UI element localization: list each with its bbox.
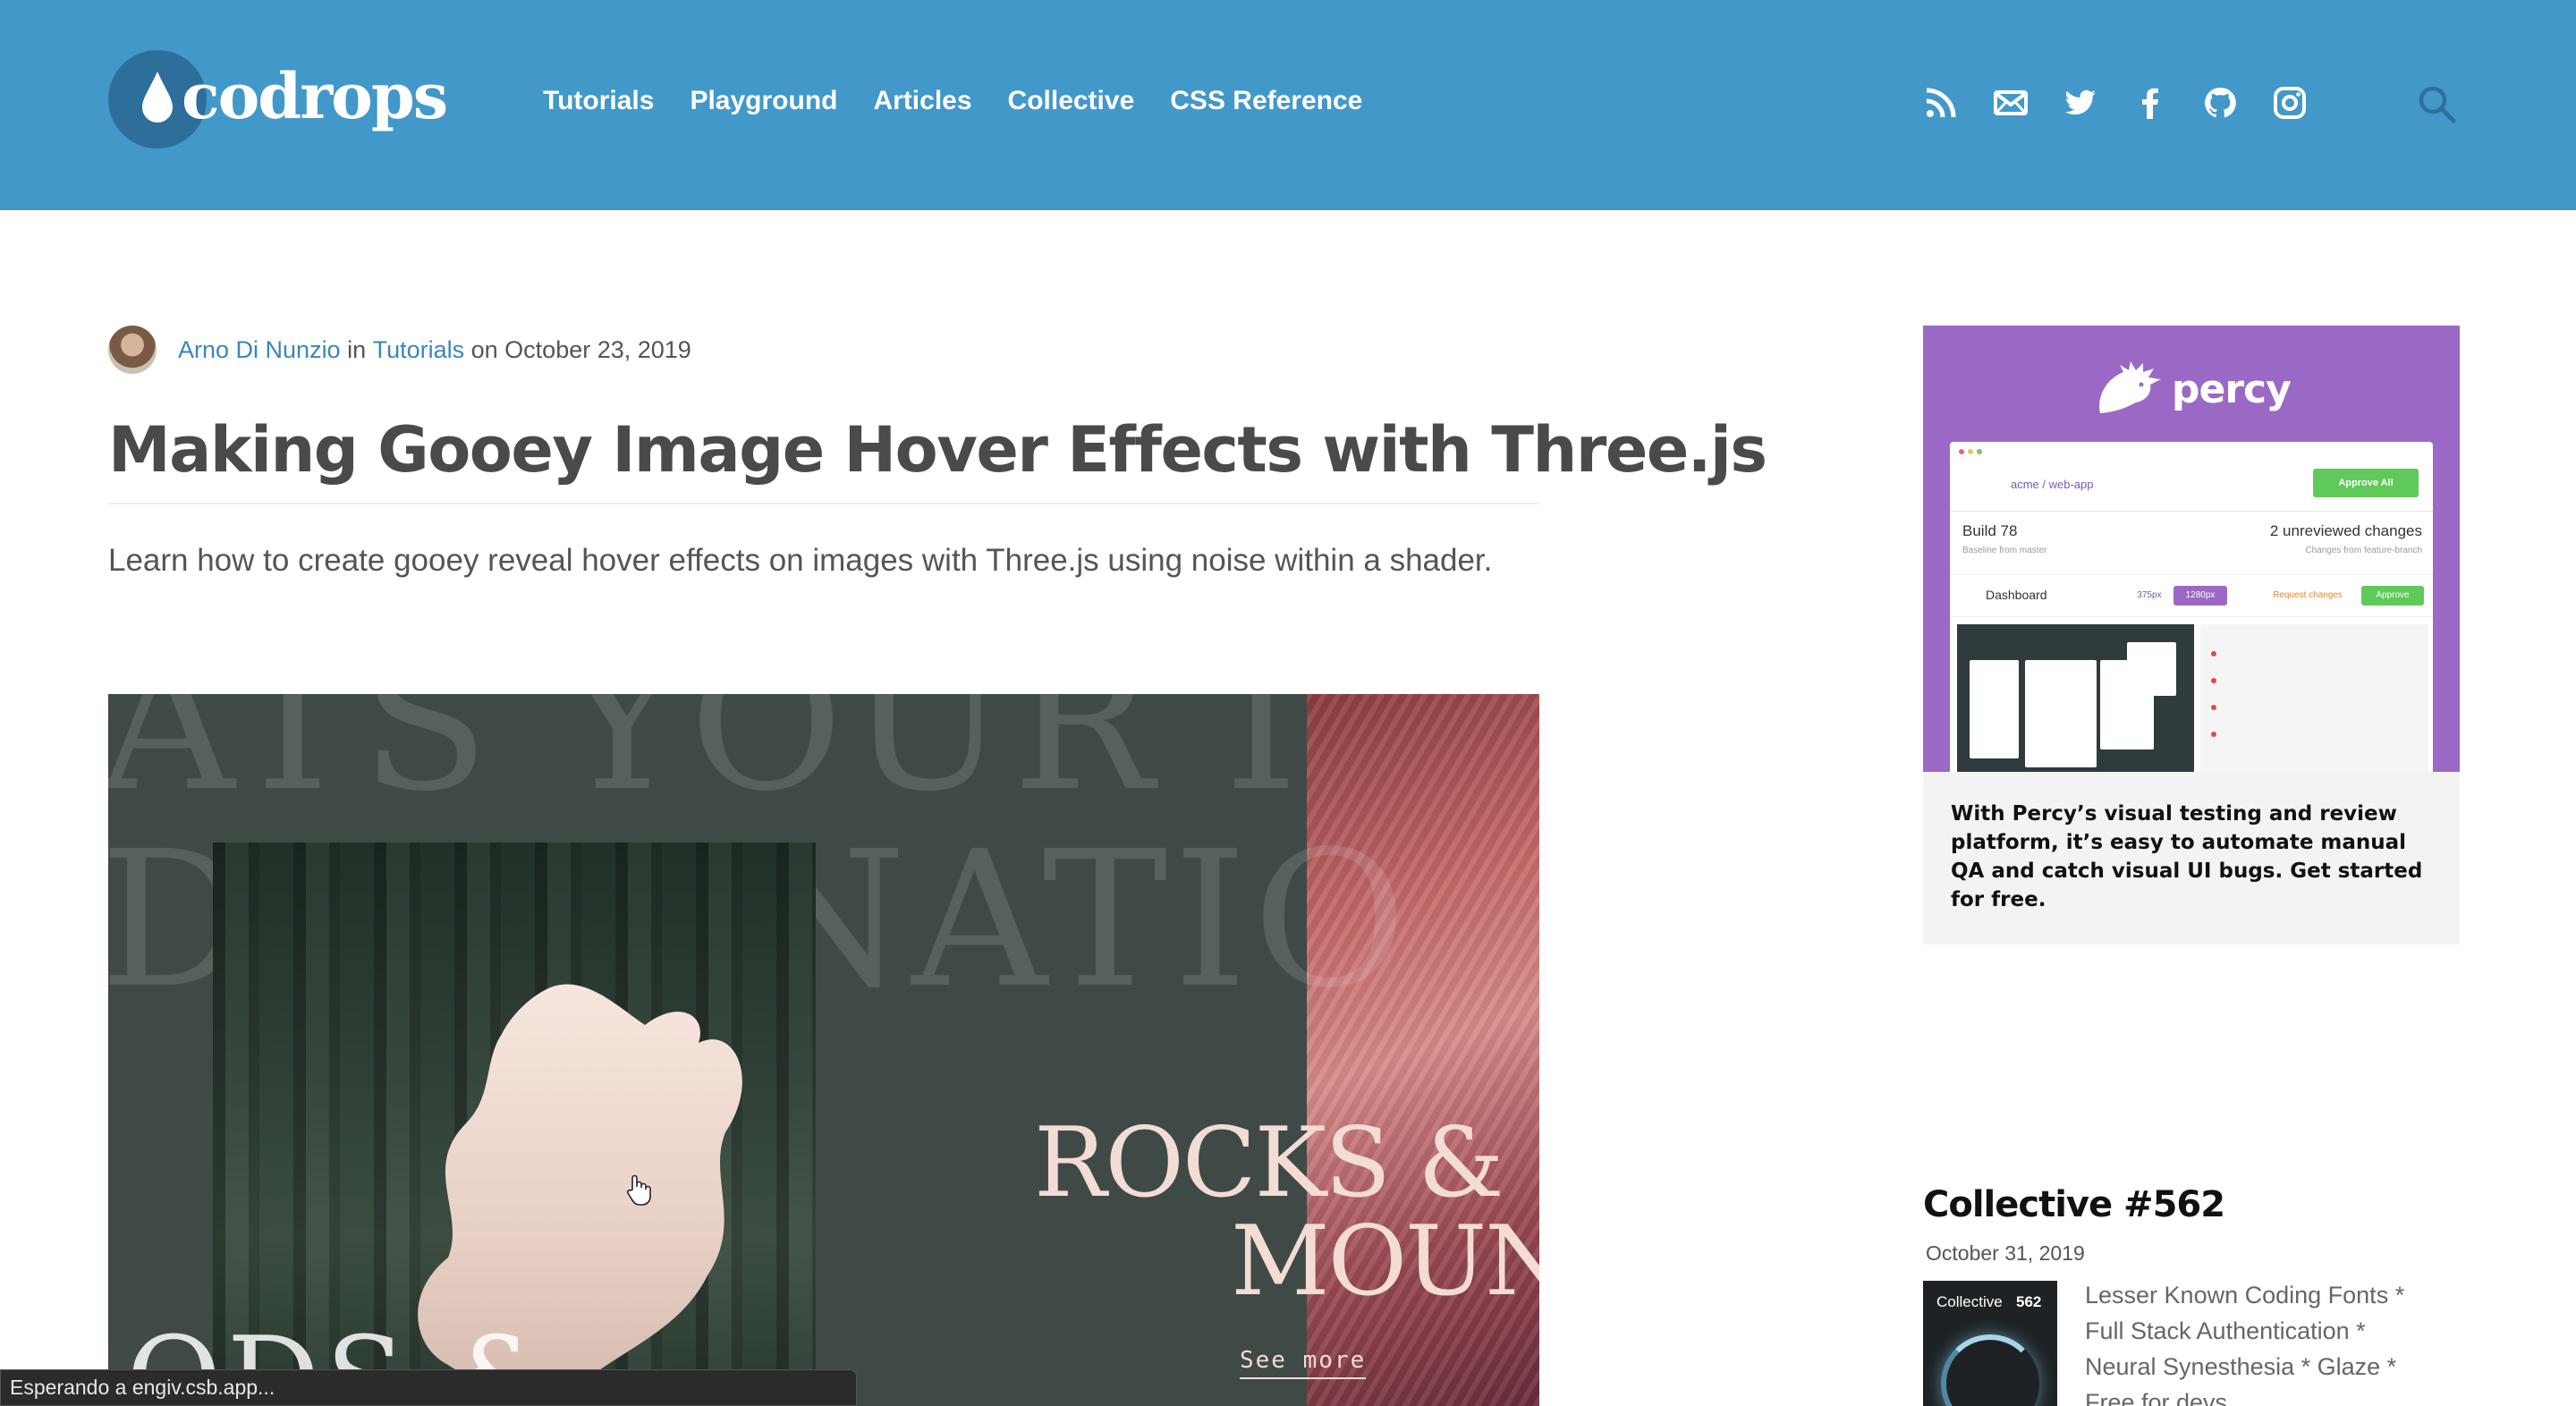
nav-tutorials[interactable]: Tutorials xyxy=(543,86,654,116)
twitter-icon[interactable] xyxy=(2063,85,2098,121)
meta-in-text: in xyxy=(340,335,373,363)
shot-width-2: 1280px xyxy=(2174,586,2227,606)
thumb-number: 562 xyxy=(2016,1293,2042,1310)
search-icon[interactable] xyxy=(2417,84,2456,123)
author-link[interactable]: Arno Di Nunzio xyxy=(178,336,341,364)
shot-build: Build 78 xyxy=(1962,522,2018,539)
collective-links[interactable]: Lesser Known Coding Fonts * Full Stack A… xyxy=(2085,1277,2461,1406)
shot-right-pane xyxy=(2200,624,2428,772)
hero-heading-line2: MOUN xyxy=(1231,1206,1539,1317)
shot-unreviewed: 2 unreviewed changes xyxy=(2269,522,2422,539)
article-title: Making Gooey Image Hover Effects with Th… xyxy=(108,413,1767,487)
thumb-label: Collective xyxy=(1936,1293,2003,1310)
facebook-icon[interactable] xyxy=(2132,85,2168,121)
shot-dashboard: Dashboard xyxy=(1986,588,2047,602)
shot-changes-from: Changes from feature-branch xyxy=(2305,546,2422,555)
shot-repo: acme / web-app xyxy=(2011,478,2094,491)
collective-thumbnail[interactable]: Collective 562 xyxy=(1923,1281,2057,1406)
percy-brand-name: percy xyxy=(2172,366,2292,412)
mail-icon[interactable] xyxy=(1993,85,2029,121)
collective-link[interactable]: Free for devs xyxy=(2085,1385,2461,1406)
hero-heading-line1: ROCKS & xyxy=(1034,1107,1504,1219)
main-nav: Tutorials Playground Articles Collective… xyxy=(543,86,1362,116)
shot-request-changes: Request changes xyxy=(2273,590,2343,600)
shot-width-1: 375px xyxy=(2137,590,2162,600)
shot-dashboard-row: Dashboard 375px 1280px Request changes A… xyxy=(1950,574,2433,617)
meta-date-text: on October 23, 2019 xyxy=(464,335,691,363)
shot-card xyxy=(2025,660,2097,767)
thumb-orb xyxy=(1941,1334,2039,1406)
nav-playground[interactable]: Playground xyxy=(690,86,837,116)
status-text: Esperando a engiv.csb.app... xyxy=(10,1376,275,1399)
see-more-link[interactable]: See more xyxy=(1240,1347,1367,1379)
browser-status-bar: Esperando a engiv.csb.app... xyxy=(0,1369,857,1406)
author-avatar[interactable] xyxy=(108,326,157,374)
shot-approve: Approve xyxy=(2361,586,2424,606)
collective-title[interactable]: Collective #562 xyxy=(1923,1184,2225,1225)
percy-porcupine-icon xyxy=(2099,361,2161,413)
rss-icon[interactable] xyxy=(1923,85,1959,121)
social-links xyxy=(1923,85,2308,121)
collective-link[interactable]: Neural Synesthesia * Glaze * xyxy=(2085,1349,2461,1385)
window-dots xyxy=(1959,449,1982,454)
percy-logo: percy xyxy=(2093,361,2292,417)
title-divider xyxy=(108,503,1539,504)
category-link[interactable]: Tutorials xyxy=(373,336,465,364)
nav-css-reference[interactable]: CSS Reference xyxy=(1170,86,1362,116)
shot-card xyxy=(1970,660,2019,758)
codrops-logo[interactable]: codrops xyxy=(108,50,448,150)
hero-demo-image[interactable]: ATS YOUR I DESTINATIO ROCKS & MOUN ODS &… xyxy=(108,694,1539,1406)
collective-date: October 31, 2019 xyxy=(1926,1241,2085,1265)
site-header: codrops Tutorials Playground Articles Co… xyxy=(0,0,2576,210)
github-icon[interactable] xyxy=(2202,85,2238,121)
percy-app-screenshot: acme / web-app Approve All Build 78 Base… xyxy=(1950,442,2433,772)
shot-approve-all: Approve All xyxy=(2313,469,2419,497)
hand-cursor-icon xyxy=(626,1174,651,1206)
drop-icon xyxy=(142,72,173,123)
instagram-icon[interactable] xyxy=(2272,85,2308,121)
article-meta: Arno Di Nunzio in Tutorials on October 2… xyxy=(108,326,691,374)
collective-link[interactable]: Lesser Known Coding Fonts * xyxy=(2085,1277,2461,1313)
shot-baseline: Baseline from master xyxy=(1962,546,2047,555)
nav-collective[interactable]: Collective xyxy=(1008,86,1135,116)
shot-header: acme / web-app Approve All xyxy=(1950,442,2433,512)
hero-heading: ROCKS & MOUN xyxy=(1034,1114,1539,1311)
shot-card xyxy=(2127,642,2176,696)
nav-articles[interactable]: Articles xyxy=(873,86,971,116)
shot-left-pane xyxy=(1957,624,2194,772)
logo-text: codrops xyxy=(182,59,448,133)
collective-link[interactable]: Full Stack Authentication * xyxy=(2085,1313,2461,1349)
article-lede: Learn how to create gooey reveal hover e… xyxy=(108,543,1493,578)
percy-ad[interactable]: percy acme / web-app Approve All Build 7… xyxy=(1923,326,2460,944)
percy-ad-banner: percy acme / web-app Approve All Build 7… xyxy=(1923,326,2460,772)
percy-ad-text: With Percy’s visual testing and review p… xyxy=(1951,802,2423,911)
